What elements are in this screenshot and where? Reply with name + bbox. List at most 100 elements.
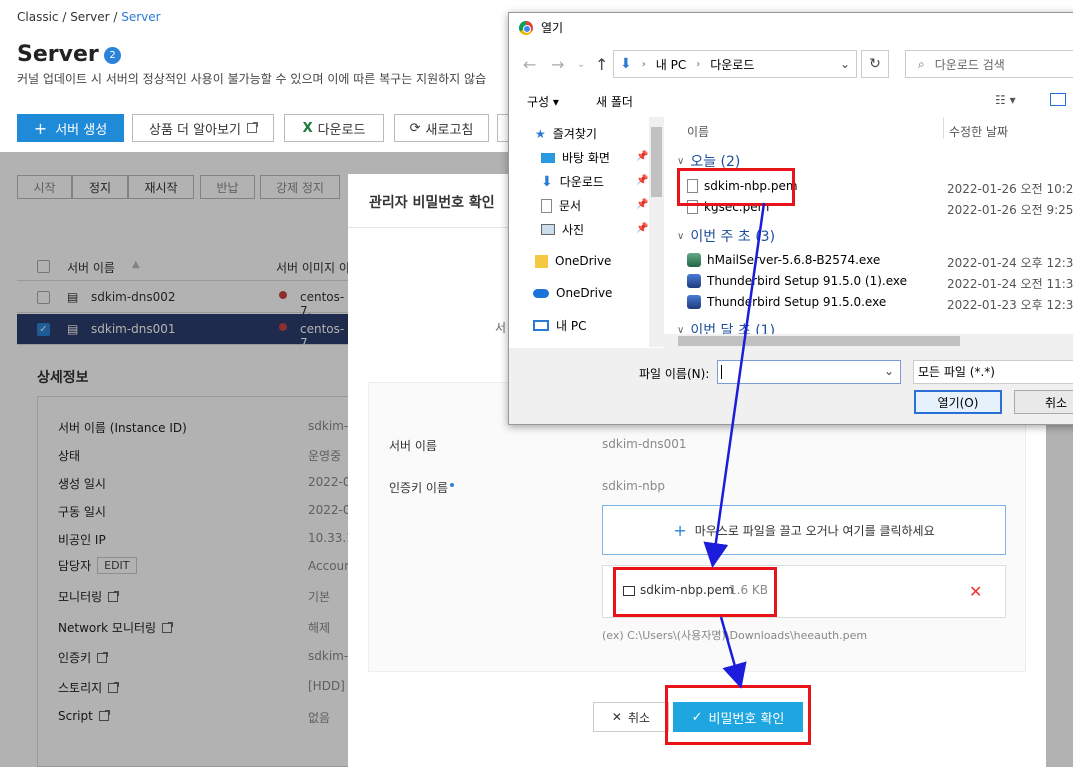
address-bar[interactable]: ⬇ › 내 PC › 다운로드 ⌄ <box>613 50 857 78</box>
nav-documents[interactable]: 문서 <box>541 197 581 214</box>
nav-desktop[interactable]: 바탕 화면 <box>541 149 610 166</box>
star-icon: ★ <box>535 126 546 141</box>
file-dropzone[interactable]: + 마우스로 파일을 끌고 오거나 여기를 클릭하세요 <box>602 505 1006 555</box>
thunderbird-icon <box>687 295 701 309</box>
view-icon: ☷ <box>995 93 1006 107</box>
preview-pane-icon[interactable] <box>1050 93 1066 106</box>
server-name-value: sdkim-dns001 <box>602 437 687 451</box>
text-caret <box>721 365 722 379</box>
column-modified[interactable]: 수정한 날짜 <box>949 123 1008 140</box>
new-folder-button[interactable]: 새 폴더 <box>596 93 633 110</box>
thunderbird-icon <box>687 274 701 288</box>
highlight-uploaded-file <box>613 567 777 617</box>
dialog-title: 열기 <box>541 21 564 35</box>
installer-icon <box>687 253 701 267</box>
server-name-label: 서버 이름 <box>389 439 437 453</box>
download-icon: ⬇ <box>541 173 553 190</box>
count-badge: 2 <box>104 47 121 64</box>
required-dot <box>450 483 455 487</box>
file-open-dialog: 열기 ← → ⌄ ↑ ⬇ › 내 PC › 다운로드 ⌄ ↻ ⌕ 다운로드 검색… <box>508 12 1073 425</box>
excel-icon: X <box>302 120 313 136</box>
view-menu[interactable]: ☷ ▾ <box>995 93 1016 107</box>
chevron-right-icon: › <box>696 58 701 70</box>
breadcrumb: Classic / Server / Server <box>17 10 161 24</box>
dialog-footer: 파일 이름(N): ⌄ 모든 파일 (*.*) 열기(O) 취소 <box>509 348 1073 424</box>
modal-cancel-button[interactable]: ✕ 취소 <box>593 702 669 732</box>
nav-this-pc[interactable]: 내 PC <box>533 317 586 334</box>
modal-partial-text: 서 <box>495 321 507 335</box>
file-date: 2022-01-26 오전 9:25 <box>947 203 1073 217</box>
breadcrumb-item[interactable]: Classic / <box>17 10 66 24</box>
refresh-button[interactable]: ⟳ 새로고침 <box>394 114 489 142</box>
search-box[interactable]: ⌕ 다운로드 검색 <box>905 50 1073 78</box>
filename-label: 파일 이름(N): <box>639 367 710 381</box>
scroll-thumb[interactable] <box>651 127 662 197</box>
chevron-down-icon: ▾ <box>552 95 559 109</box>
refresh-icon: ↻ <box>869 56 881 72</box>
auth-key-label: 인증키 이름 <box>389 479 455 496</box>
search-icon: ⌕ <box>918 56 925 71</box>
nav-scrollbar[interactable] <box>649 117 664 347</box>
nav-downloads[interactable]: ⬇ 다운로드 <box>541 173 604 190</box>
highlight-file <box>677 168 795 206</box>
group-this-week[interactable]: ∨ 이번 주 초 (3) <box>677 226 775 246</box>
file-date: 2022-01-24 오전 11:37 <box>947 277 1073 291</box>
external-link-icon <box>247 122 258 133</box>
up-icon[interactable]: ↑ <box>595 55 608 74</box>
remove-file-icon[interactable]: ✕ <box>969 582 982 601</box>
back-icon[interactable]: ← <box>523 55 536 74</box>
dialog-cancel-button[interactable]: 취소 <box>1014 390 1073 414</box>
refresh-button[interactable]: ↻ <box>861 50 889 78</box>
chevron-down-icon[interactable]: ⌄ <box>884 364 894 378</box>
chrome-icon <box>519 20 533 35</box>
recent-dropdown-icon[interactable]: ⌄ <box>577 59 585 70</box>
auth-key-value: sdkim-nbp <box>602 479 666 493</box>
navigation-pane: ★ 즐겨찾기 바탕 화면 📌 ⬇ 다운로드 📌 문서 📌 사진 📌 OneDrive… <box>509 117 664 347</box>
page-title: Server <box>17 42 99 67</box>
organize-menu[interactable]: 구성 ▾ <box>527 93 559 110</box>
filetype-select[interactable]: 모든 파일 (*.*) <box>913 360 1073 384</box>
breadcrumb-item[interactable]: Server / <box>70 10 117 24</box>
address-crumb[interactable]: 다운로드 <box>710 56 754 73</box>
page-description: 커널 업데이트 시 서버의 정상적인 사용이 불가능할 수 있으며 이에 따른 … <box>17 72 487 86</box>
filename-input[interactable]: ⌄ <box>717 360 901 384</box>
dialog-titlebar: 열기 <box>519 19 563 36</box>
horizontal-scrollbar[interactable] <box>664 334 1073 348</box>
open-button[interactable]: 열기(O) <box>914 390 1002 414</box>
create-server-button[interactable]: + 서버 생성 <box>17 114 124 142</box>
highlight-confirm-button <box>665 685 811 745</box>
breadcrumb-current: Server <box>121 10 161 24</box>
desktop-icon <box>541 152 555 163</box>
chevron-down-icon: ∨ <box>677 155 685 167</box>
refresh-icon: ⟳ <box>409 120 421 136</box>
computer-icon <box>533 320 549 331</box>
folder-icon <box>535 254 548 268</box>
learn-more-button[interactable]: 상품 더 알아보기 <box>132 114 274 142</box>
download-button[interactable]: X 다운로드 <box>284 114 384 142</box>
nav-pictures[interactable]: 사진 <box>541 221 584 238</box>
picture-icon <box>541 224 555 235</box>
chevron-down-icon: ∨ <box>677 230 685 242</box>
column-name[interactable]: 이름 <box>687 123 709 140</box>
document-icon <box>541 198 552 213</box>
file-date: 2022-01-23 오후 12:32 <box>947 298 1073 312</box>
nav-onedrive-folder[interactable]: OneDrive <box>535 254 611 268</box>
file-row[interactable]: Thunderbird Setup 91.5.0 (1).exe <box>687 274 907 288</box>
pin-icon: 📌 <box>636 175 649 186</box>
file-row[interactable]: Thunderbird Setup 91.5.0.exe <box>687 295 886 309</box>
pin-icon: 📌 <box>636 199 649 210</box>
path-hint: (ex) C:\Users\(사용자명)\Downloads\heeauth.p… <box>602 629 868 642</box>
nav-quick-access[interactable]: ★ 즐겨찾기 <box>535 125 597 142</box>
file-row[interactable]: hMailServer-5.6.8-B2574.exe <box>687 253 880 267</box>
address-crumb[interactable]: 내 PC <box>656 56 686 73</box>
plus-icon: + <box>673 520 687 540</box>
column-separator[interactable] <box>943 117 944 139</box>
scroll-thumb[interactable] <box>678 336 960 346</box>
chevron-down-icon: ▾ <box>1009 93 1016 107</box>
search-placeholder: 다운로드 검색 <box>934 57 1005 72</box>
nav-onedrive-cloud[interactable]: OneDrive <box>533 286 612 300</box>
forward-icon[interactable]: → <box>551 55 564 74</box>
plus-icon: + <box>33 118 48 138</box>
chevron-down-icon[interactable]: ⌄ <box>840 57 850 71</box>
file-date: 2022-01-26 오전 10:21 <box>947 182 1073 196</box>
